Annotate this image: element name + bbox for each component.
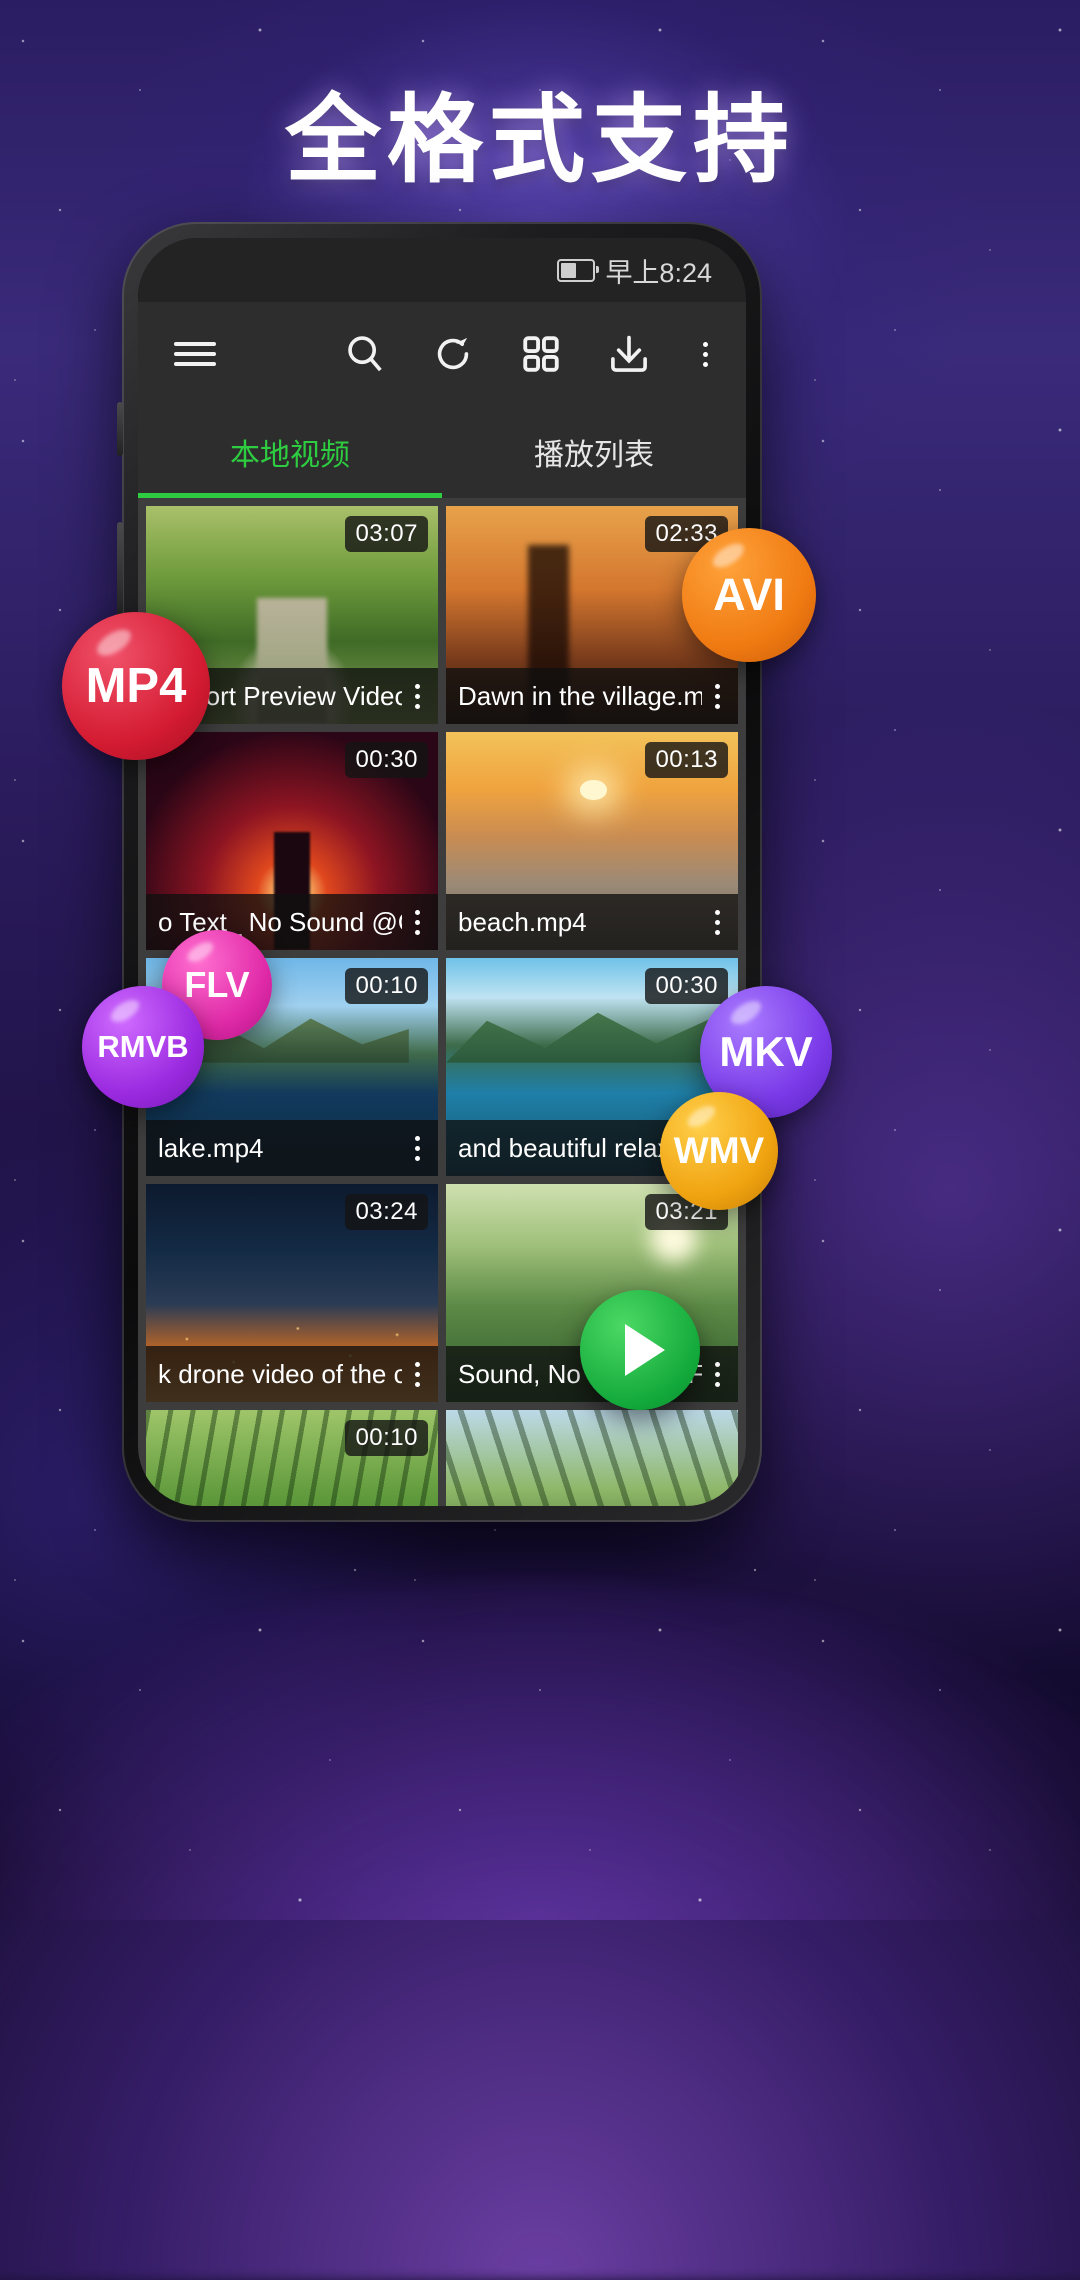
tab-local-videos[interactable]: 本地视频: [138, 406, 442, 498]
grid-view-icon[interactable]: [514, 327, 568, 381]
video-overflow-icon[interactable]: [402, 909, 432, 935]
video-card[interactable]: 00:10: [146, 1410, 438, 1506]
video-title: lake.mp4: [158, 1132, 264, 1163]
battery-icon: [557, 258, 600, 282]
format-bubble-wmv: WMV: [660, 1092, 778, 1210]
search-icon[interactable]: [338, 327, 392, 381]
video-title: beach.mp4: [458, 906, 587, 937]
tab-bar: 本地视频 播放列表: [138, 406, 746, 498]
format-bubble-avi: AVI: [682, 528, 816, 662]
phone-button-mute: [117, 402, 123, 456]
video-duration: 00:10: [345, 1420, 428, 1456]
video-caption: lake.mp4: [146, 1120, 438, 1176]
phone-mockup: 早上8:24 本地视频 播放列表 03:07 - Short Preview V…: [117, 222, 762, 1522]
video-card[interactable]: 00:13 beach.mp4: [446, 732, 738, 950]
video-overflow-icon[interactable]: [702, 1361, 732, 1387]
format-bubble-mp4: MP4: [62, 612, 210, 760]
video-duration: 00:30: [645, 968, 728, 1004]
video-caption: Dawn in the village.mp4: [446, 668, 738, 724]
video-title: k drone video of the cra: [158, 1358, 402, 1389]
play-icon: [625, 1324, 665, 1376]
download-icon[interactable]: [602, 327, 656, 381]
format-bubble-rmvb: RMVB: [82, 986, 204, 1108]
video-card[interactable]: [446, 1410, 738, 1506]
video-overflow-icon[interactable]: [702, 683, 732, 709]
video-duration: 03:07: [345, 516, 428, 552]
phone-button-volume-up: [117, 522, 123, 618]
video-caption: k drone video of the cra: [146, 1346, 438, 1402]
video-title: o Text_ No Sound @On: [158, 906, 402, 937]
video-title: Dawn in the village.mp4: [458, 680, 702, 711]
video-overflow-icon[interactable]: [402, 683, 432, 709]
video-overflow-icon[interactable]: [402, 1135, 432, 1161]
play-button[interactable]: [580, 1290, 700, 1410]
video-duration: 00:10: [345, 968, 428, 1004]
video-thumbnail: [446, 1410, 738, 1506]
video-overflow-icon[interactable]: [402, 1361, 432, 1387]
app-toolbar: [138, 302, 746, 406]
planet-glow: [0, 1580, 1080, 2280]
hamburger-menu-icon[interactable]: [168, 327, 222, 381]
video-caption: beach.mp4: [446, 894, 738, 950]
video-duration: 03:24: [345, 1194, 428, 1230]
refresh-icon[interactable]: [426, 327, 480, 381]
tab-playlist[interactable]: 播放列表: [442, 406, 746, 498]
status-bar: 早上8:24: [138, 238, 746, 302]
status-bar-time: 早上8:24: [605, 257, 712, 288]
video-duration: 00:30: [345, 742, 428, 778]
page-title: 全格式支持: [285, 87, 795, 194]
video-overflow-icon[interactable]: [702, 909, 732, 935]
video-card[interactable]: 00:30 o Text_ No Sound @On: [146, 732, 438, 950]
phone-screen: 早上8:24 本地视频 播放列表 03:07 - Short Preview V…: [138, 238, 746, 1506]
more-vertical-icon[interactable]: [690, 327, 720, 381]
video-card[interactable]: 03:24 k drone video of the cra: [146, 1184, 438, 1402]
video-duration: 00:13: [645, 742, 728, 778]
